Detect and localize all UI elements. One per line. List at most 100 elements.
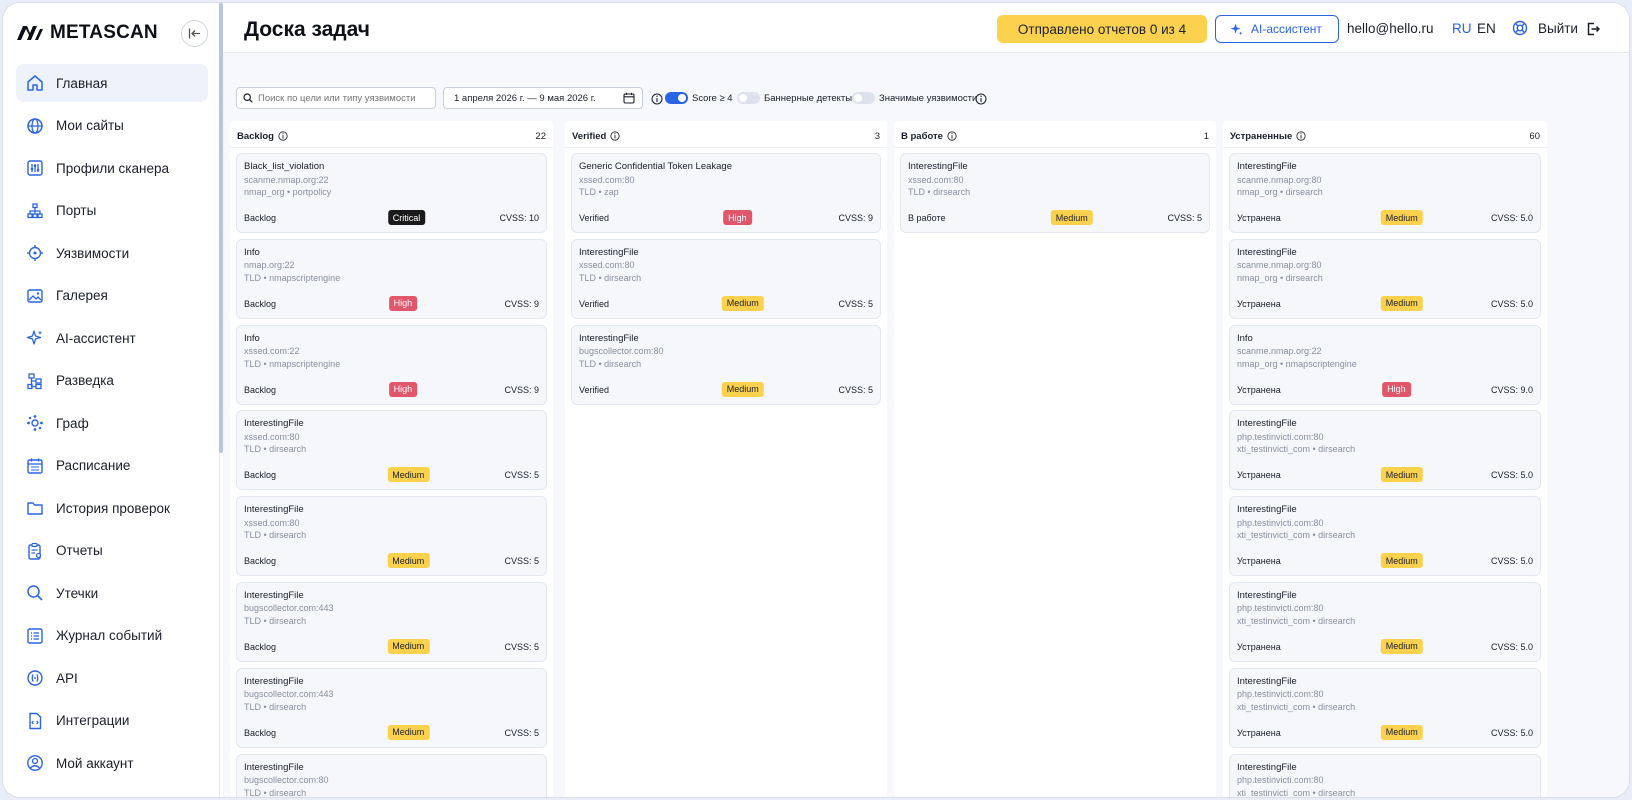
vulnerability-card[interactable]: InterestingFile php.testinvicti.com:80 xti… <box>1229 496 1541 577</box>
sidebar-item-crosshair[interactable]: Уязвимости <box>16 234 208 272</box>
score-toggle[interactable] <box>665 92 688 104</box>
card-host: scanme.nmap.org:22 <box>244 174 329 185</box>
sidebar-item-search[interactable]: Утечки <box>16 574 208 612</box>
sidebar-item-label: Порты <box>56 203 97 218</box>
card-status: Устранена <box>1237 213 1281 223</box>
card-title: InterestingFile <box>1237 161 1297 172</box>
card-source: TLD • dirsearch <box>579 358 642 369</box>
vulnerability-card[interactable]: Generic Confidential Token Leakage xssed.… <box>571 153 881 233</box>
vulnerability-card[interactable]: InterestingFile xssed.com:80 TLD • dirsear… <box>236 496 547 577</box>
sidebar-item-user[interactable]: Мой аккаунт <box>16 744 208 782</box>
sidebar-item-code-file[interactable]: Интеграции <box>16 702 208 740</box>
card-status: Backlog <box>244 384 277 395</box>
vulnerability-card[interactable]: InterestingFile bugscollector.com:80 TLD •… <box>571 324 881 405</box>
card-source: TLD • nmapscriptengine <box>244 358 341 369</box>
severity-badge: High <box>388 381 418 397</box>
sliders-icon <box>26 159 44 177</box>
vulnerability-card[interactable]: InterestingFile php.testinvicti.com:80 xti… <box>1229 753 1541 797</box>
vulnerability-card[interactable]: InterestingFile bugscollector.com:80 TLD •… <box>236 753 547 797</box>
sidebar-item-globe[interactable]: Мои сайты <box>16 107 208 145</box>
sidebar-item-calendar[interactable]: Расписание <box>16 447 208 485</box>
card-host: xssed.com:80 <box>244 517 300 528</box>
sidebar-item-tree[interactable]: Разведка <box>16 362 208 400</box>
sidebar-item-folder[interactable]: История проверок <box>16 489 208 527</box>
sidebar-item-label: Граф <box>56 415 89 431</box>
vulnerability-card[interactable]: InterestingFile xssed.com:80 TLD • dirsear… <box>236 410 547 491</box>
column-header: Устраненные 60 <box>1230 127 1540 145</box>
sidebar-item-api[interactable]: API <box>16 659 208 697</box>
info-icon[interactable] <box>278 131 288 141</box>
lang-en-link[interactable]: EN <box>1477 21 1496 36</box>
info-icon[interactable] <box>651 92 663 110</box>
card-title: InterestingFile <box>1237 504 1297 516</box>
card-status: Verified <box>579 298 610 309</box>
vulnerability-card[interactable]: Black_list_violation scanme.nmap.org:22 nm… <box>236 153 547 233</box>
card-list: Generic Confidential Token Leakage xssed.… <box>571 153 881 410</box>
column-count: 60 <box>1529 130 1540 142</box>
sidebar-item-graph[interactable]: Граф <box>16 404 208 442</box>
card-host: bugscollector.com:80 <box>244 775 329 786</box>
card-cvss: CVSS: 5 <box>504 556 539 567</box>
banner-detects-toggle[interactable] <box>737 92 760 104</box>
logout-icon <box>1587 22 1600 35</box>
card-title: InterestingFile <box>244 418 304 430</box>
vulnerability-card[interactable]: Info nmap.org:22 TLD • nmapscriptengine Bac… <box>236 238 547 319</box>
ai-assistant-button[interactable]: AI-ассистент <box>1215 15 1339 43</box>
sidebar-item-label: Галерея <box>56 288 108 303</box>
vulnerability-card[interactable]: InterestingFile xssed.com:80 TLD • dirsear… <box>900 153 1210 233</box>
page-title: Доска задач <box>244 18 370 41</box>
sidebar-item-clipboard[interactable]: Отчеты <box>16 532 208 570</box>
info-icon[interactable] <box>975 92 987 110</box>
vulnerability-card[interactable]: Info xssed.com:22 TLD • nmapscriptengine Ba… <box>236 324 547 405</box>
info-icon[interactable] <box>610 131 620 141</box>
vulnerability-card[interactable]: Info scanme.nmap.org:22 nmap_org • nmapscr… <box>1229 324 1541 405</box>
card-list: Black_list_violation scanme.nmap.org:22 nm… <box>236 153 547 797</box>
sidebar-item-label: История проверок <box>56 500 170 516</box>
card-status: Verified <box>579 213 610 223</box>
severity-badge: Medium <box>387 638 430 654</box>
vulnerability-card[interactable]: InterestingFile xssed.com:80 TLD • dirsear… <box>571 238 881 319</box>
card-title: InterestingFile <box>908 161 968 172</box>
vulnerability-card[interactable]: InterestingFile bugscollector.com:443 TLD … <box>236 667 547 748</box>
vulnerability-card[interactable]: InterestingFile php.testinvicti.com:80 xti… <box>1229 581 1541 662</box>
search-input[interactable] <box>258 92 428 104</box>
info-icon[interactable] <box>1296 131 1306 141</box>
logo[interactable]: METASCAN <box>16 21 158 45</box>
card-status: Backlog <box>244 298 277 309</box>
reports-sent-badge[interactable]: Отправлено отчетов 0 из 4 <box>997 15 1207 43</box>
significant-vulns-toggle[interactable] <box>852 92 875 104</box>
severity-badge: Medium <box>1050 210 1093 225</box>
sidebar-item-sparkle[interactable]: AI-ассистент <box>16 319 208 357</box>
sidebar-item-image[interactable]: Галерея <box>16 277 208 315</box>
lang-ru-link[interactable]: RU <box>1452 21 1472 36</box>
support-icon[interactable] <box>1512 20 1528 41</box>
card-cvss: CVSS: 5.0 <box>1490 470 1533 481</box>
sidebar-item-list[interactable]: Журнал событий <box>16 617 208 655</box>
card-source: nmap_org • portpolicy <box>244 187 332 197</box>
vulnerability-card[interactable]: InterestingFile bugscollector.com:443 TLD … <box>236 581 547 662</box>
info-icon[interactable] <box>947 131 957 141</box>
card-host: bugscollector.com:80 <box>579 346 664 357</box>
sidebar-item-sliders[interactable]: Профили сканера <box>16 149 208 187</box>
sidebar-item-network[interactable]: Порты <box>16 192 208 230</box>
calendar-icon <box>26 457 44 475</box>
logo-text: METASCAN <box>50 22 158 43</box>
severity-badge: Medium <box>721 381 764 397</box>
collapse-sidebar-button[interactable] <box>181 20 208 47</box>
column-header: Verified 3 <box>572 127 880 145</box>
date-range-picker[interactable]: 1 апреля 2026 г. — 9 мая 2026 г. <box>443 87 643 109</box>
vulnerability-card[interactable]: InterestingFile php.testinvicti.com:80 xti… <box>1229 410 1541 491</box>
column-title: Устраненные <box>1230 130 1293 142</box>
sidebar-item-home[interactable]: Главная <box>16 64 208 102</box>
card-source: TLD • dirsearch <box>244 615 307 626</box>
card-host: bugscollector.com:443 <box>244 603 334 614</box>
vulnerability-card[interactable]: InterestingFile scanme.nmap.org:80 nmap_or… <box>1229 153 1541 233</box>
card-source: TLD • nmapscriptengine <box>244 272 341 283</box>
vulnerability-card[interactable]: InterestingFile scanme.nmap.org:80 nmap_or… <box>1229 238 1541 319</box>
card-cvss: CVSS: 9 <box>504 298 539 309</box>
home-icon <box>26 74 44 92</box>
vulnerability-card[interactable]: InterestingFile php.testinvicti.com:80 xti… <box>1229 667 1541 748</box>
card-source: TLD • dirsearch <box>244 444 307 455</box>
logout-button[interactable]: Выйти <box>1538 21 1600 36</box>
search-box[interactable] <box>236 87 436 109</box>
